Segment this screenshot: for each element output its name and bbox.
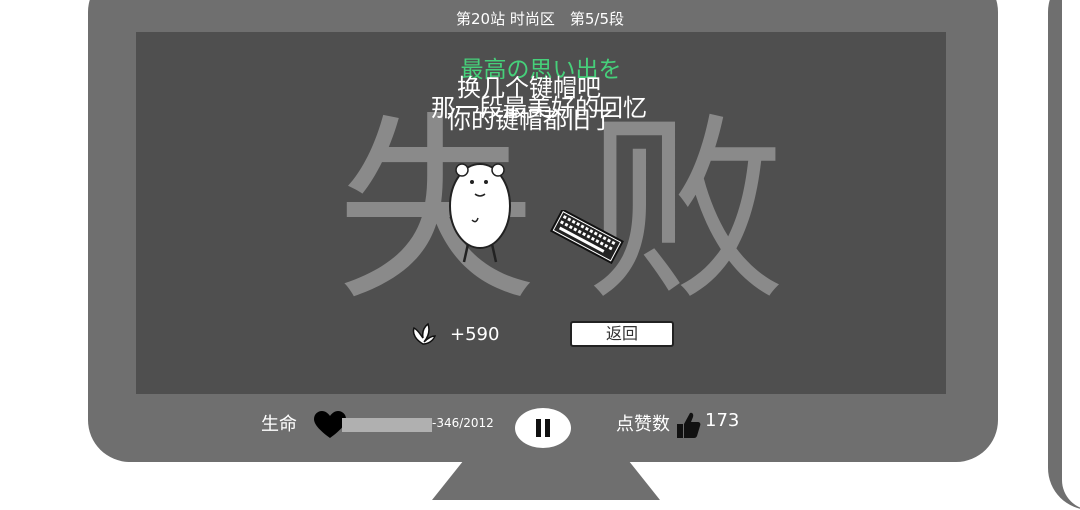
keyboard-icon (549, 210, 624, 265)
pause-button[interactable] (515, 408, 571, 448)
reward-display: +590 (410, 322, 499, 346)
next-monitor-frame (1048, 0, 1080, 510)
reward-value: +590 (450, 323, 500, 345)
hp-bar (342, 418, 432, 432)
thumbs-up-icon (677, 412, 701, 438)
message-line-3: 你的键帽都旧了 (447, 106, 615, 134)
life-label: 生命 (261, 414, 297, 435)
hp-text: -346/2012 (432, 416, 494, 430)
game-screen: 失 败 最高の思い出を 换几个键帽吧 那一段最美好的回忆 你的键帽都旧了 +59… (136, 32, 946, 394)
likes-value: 173 (705, 410, 740, 431)
likes-label: 点赞数 (616, 414, 670, 435)
character-sprite (449, 163, 511, 263)
back-button[interactable]: 返回 (570, 321, 674, 347)
lotus-icon (412, 322, 436, 345)
monitor-stand (432, 460, 660, 500)
stage-title: 第20站 时尚区 第5/5段 (456, 10, 624, 28)
